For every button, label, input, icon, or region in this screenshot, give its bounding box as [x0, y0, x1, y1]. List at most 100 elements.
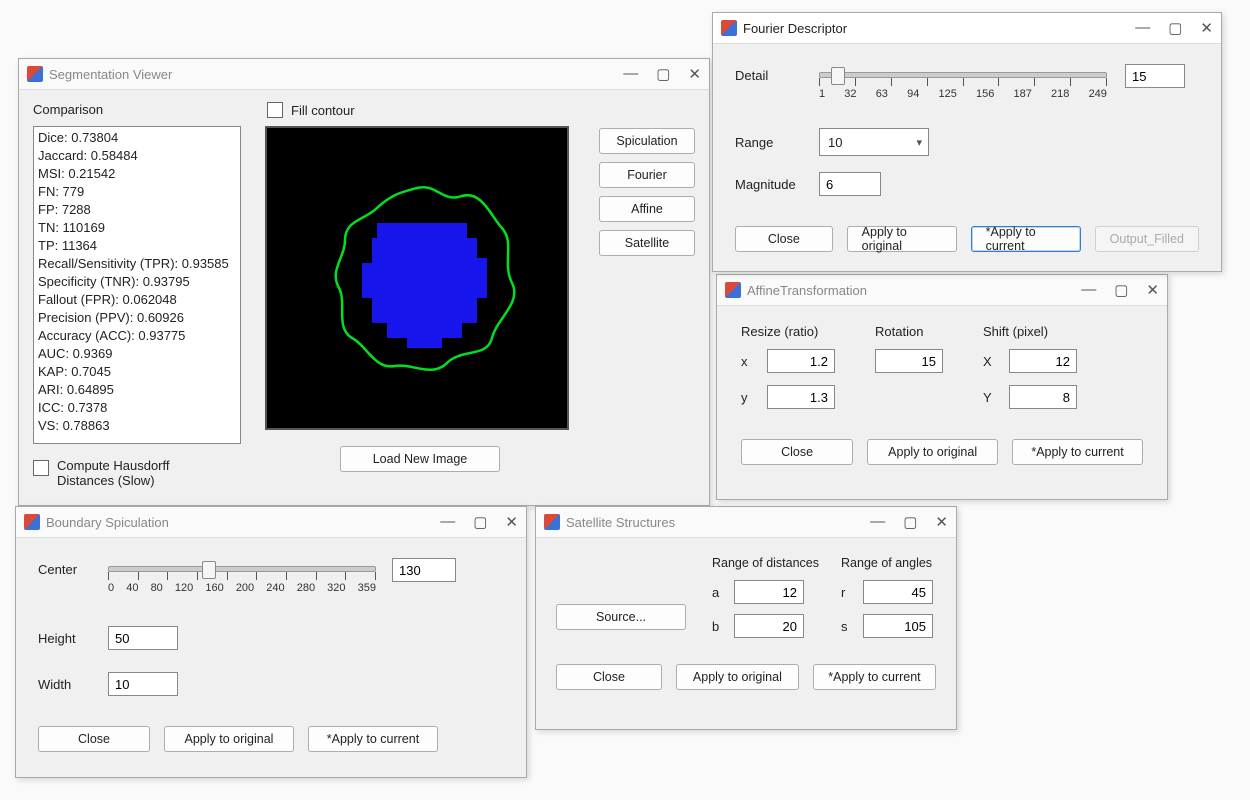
minimize-icon[interactable]: — [1135, 19, 1150, 37]
apply-original-button[interactable]: Apply to original [867, 439, 998, 465]
satellite-button[interactable]: Satellite [599, 230, 695, 256]
center-input[interactable] [392, 558, 456, 582]
range-select[interactable]: 10 [819, 128, 929, 156]
resize-y-input[interactable] [767, 385, 835, 409]
window-title: Fourier Descriptor [743, 21, 1135, 36]
hausdorff-checkbox[interactable] [33, 460, 49, 476]
metrics-item[interactable]: TP: 11364 [38, 237, 236, 255]
b-input[interactable] [734, 614, 804, 638]
apply-original-button[interactable]: Apply to original [847, 226, 957, 252]
maximize-icon[interactable]: ▢ [656, 65, 670, 83]
spiculation-button[interactable]: Spiculation [599, 128, 695, 154]
r-input[interactable] [863, 580, 933, 604]
metrics-item[interactable]: ICC: 0.7378 [38, 399, 236, 417]
r-label: r [841, 585, 853, 600]
shift-x-input[interactable] [1009, 349, 1077, 373]
metrics-item[interactable]: Recall/Sensitivity (TPR): 0.93585 [38, 255, 236, 273]
segmentation-canvas [265, 126, 569, 430]
minimize-icon[interactable]: — [623, 65, 638, 83]
window-title: Boundary Spiculation [46, 515, 440, 530]
load-image-button[interactable]: Load New Image [340, 446, 500, 472]
metrics-item[interactable]: Jaccard: 0.58484 [38, 147, 236, 165]
range-label: Range [735, 135, 801, 150]
comparison-label: Comparison [33, 102, 249, 117]
close-button[interactable]: Close [38, 726, 150, 752]
metrics-item[interactable]: Precision (PPV): 0.60926 [38, 309, 236, 327]
app-icon [27, 66, 43, 82]
resize-label: Resize (ratio) [741, 324, 835, 339]
app-icon [721, 20, 737, 36]
width-label: Width [38, 677, 92, 692]
maximize-icon[interactable]: ▢ [473, 513, 487, 531]
close-icon[interactable]: ✕ [1146, 281, 1159, 299]
hausdorff-label-1: Compute Hausdorff [57, 458, 170, 473]
s-input[interactable] [863, 614, 933, 638]
metrics-item[interactable]: FN: 779 [38, 183, 236, 201]
close-button[interactable]: Close [735, 226, 833, 252]
close-icon[interactable]: ✕ [688, 65, 701, 83]
metrics-item[interactable]: MSI: 0.21542 [38, 165, 236, 183]
metrics-item[interactable]: ARI: 0.64895 [38, 381, 236, 399]
minimize-icon[interactable]: — [440, 513, 455, 531]
metrics-item[interactable]: VS: 0.78863 [38, 417, 236, 435]
close-button[interactable]: Close [741, 439, 853, 465]
metrics-item[interactable]: Dice: 0.73804 [38, 129, 236, 147]
shift-y-input[interactable] [1009, 385, 1077, 409]
magnitude-label: Magnitude [735, 177, 801, 192]
metrics-item[interactable]: Accuracy (ACC): 0.93775 [38, 327, 236, 345]
apply-current-button[interactable]: *Apply to current [971, 226, 1081, 252]
affine-button[interactable]: Affine [599, 196, 695, 222]
center-slider[interactable]: 04080120160200240280320359 [108, 558, 376, 598]
apply-current-button[interactable]: *Apply to current [308, 726, 438, 752]
window-title: AffineTransformation [747, 283, 1081, 298]
metrics-item[interactable]: Specificity (TNR): 0.93795 [38, 273, 236, 291]
detail-slider[interactable]: 1326394125156187218249 [819, 64, 1107, 104]
close-button[interactable]: Close [556, 664, 662, 690]
fourier-button[interactable]: Fourier [599, 162, 695, 188]
metrics-listbox[interactable]: Dice: 0.73804Jaccard: 0.58484MSI: 0.2154… [33, 126, 241, 444]
shift-y-label: Y [983, 390, 997, 405]
source-button[interactable]: Source... [556, 604, 686, 630]
height-label: Height [38, 631, 92, 646]
shift-label: Shift (pixel) [983, 324, 1077, 339]
metrics-item[interactable]: FP: 7288 [38, 201, 236, 219]
metrics-item[interactable]: Fallout (FPR): 0.062048 [38, 291, 236, 309]
b-label: b [712, 619, 724, 634]
a-input[interactable] [734, 580, 804, 604]
maximize-icon[interactable]: ▢ [1114, 281, 1128, 299]
apply-original-button[interactable]: Apply to original [676, 664, 799, 690]
width-input[interactable] [108, 672, 178, 696]
metrics-item[interactable]: AUC: 0.9369 [38, 345, 236, 363]
resize-x-input[interactable] [767, 349, 835, 373]
fill-contour-checkbox[interactable] [267, 102, 283, 118]
hausdorff-label-2: Distances (Slow) [57, 473, 170, 488]
resize-y-label: y [741, 390, 755, 405]
minimize-icon[interactable]: — [870, 513, 885, 531]
height-input[interactable] [108, 626, 178, 650]
detail-input[interactable] [1125, 64, 1185, 88]
app-icon [24, 514, 40, 530]
metrics-item[interactable]: TN: 110169 [38, 219, 236, 237]
s-label: s [841, 619, 853, 634]
close-icon[interactable]: ✕ [935, 513, 948, 531]
close-icon[interactable]: ✕ [1200, 19, 1213, 37]
apply-original-button[interactable]: Apply to original [164, 726, 294, 752]
a-label: a [712, 585, 724, 600]
close-icon[interactable]: ✕ [505, 513, 518, 531]
minimize-icon[interactable]: — [1081, 281, 1096, 299]
metrics-item[interactable]: KAP: 0.7045 [38, 363, 236, 381]
maximize-icon[interactable]: ▢ [1168, 19, 1182, 37]
apply-current-button[interactable]: *Apply to current [1012, 439, 1143, 465]
window-title: Satellite Structures [566, 515, 870, 530]
output-filled-button: Output_Filled [1095, 226, 1199, 252]
distances-label: Range of distances [712, 556, 819, 570]
app-icon [725, 282, 741, 298]
angles-label: Range of angles [841, 556, 933, 570]
fill-contour-label: Fill contour [291, 103, 355, 118]
apply-current-button[interactable]: *Apply to current [813, 664, 936, 690]
rotation-input[interactable] [875, 349, 943, 373]
center-label: Center [38, 562, 92, 577]
window-title: Segmentation Viewer [49, 67, 623, 82]
magnitude-input[interactable] [819, 172, 881, 196]
maximize-icon[interactable]: ▢ [903, 513, 917, 531]
